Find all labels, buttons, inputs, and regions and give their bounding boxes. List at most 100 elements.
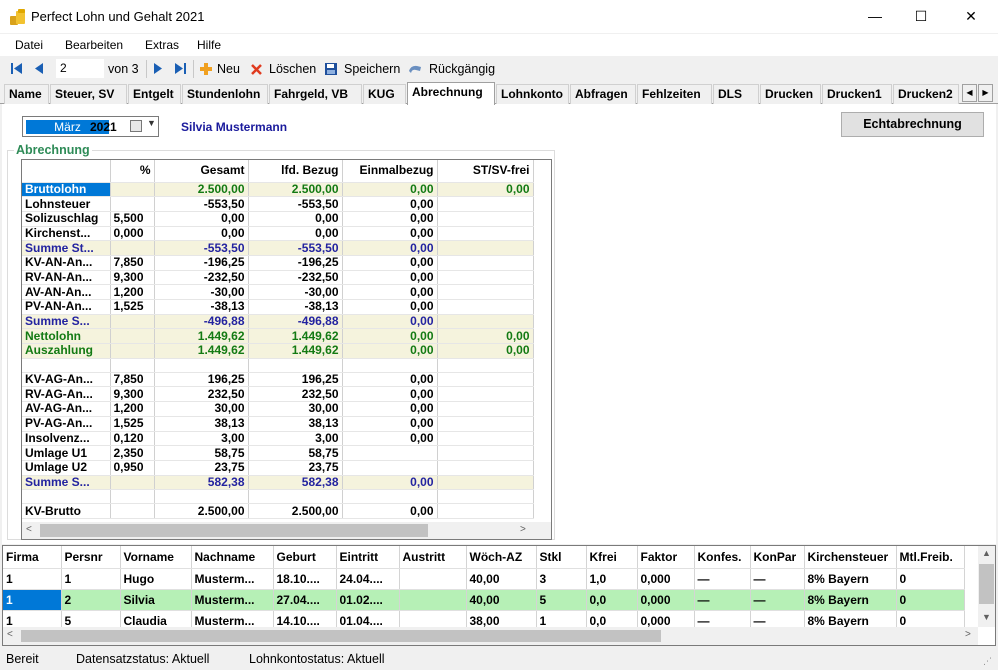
employee-col-header[interactable]: Kirchensteuer xyxy=(804,546,897,569)
gesamt-cell[interactable]: 30,00 xyxy=(154,401,249,417)
lfd-bezug-cell[interactable] xyxy=(248,489,343,505)
employee-cell[interactable]: 3 xyxy=(536,568,587,590)
employee-cell[interactable]: 0,0 xyxy=(586,589,638,611)
tab-kug[interactable]: KUG xyxy=(363,84,406,104)
employee-cell[interactable]: 2 xyxy=(61,589,121,611)
calc-row[interactable]: AV-AN-An... 1,200 -30,00 -30,00 0,00 xyxy=(22,284,534,300)
scroll-right-icon[interactable]: > xyxy=(965,629,971,640)
st-sv-frei-cell[interactable]: 0,00 xyxy=(437,328,534,345)
lfd-bezug-cell[interactable]: 232,50 xyxy=(248,386,343,403)
row-label[interactable]: Umlage U2 xyxy=(22,460,111,476)
einmalbezug-cell[interactable]: 0,00 xyxy=(342,401,438,417)
percent-cell[interactable] xyxy=(110,489,155,505)
employee-col-header[interactable]: Faktor xyxy=(637,546,695,569)
percent-cell[interactable]: 0,120 xyxy=(110,431,155,447)
employee-col-header[interactable]: Firma xyxy=(3,546,62,569)
einmalbezug-cell[interactable] xyxy=(342,460,438,476)
lfd-bezug-cell[interactable]: 0,00 xyxy=(248,211,343,227)
calc-row[interactable] xyxy=(22,358,534,373)
lfd-bezug-cell[interactable] xyxy=(248,358,343,373)
percent-cell[interactable]: 1,525 xyxy=(110,299,155,315)
percent-cell[interactable]: 9,300 xyxy=(110,270,155,286)
employee-cell[interactable]: 1 xyxy=(61,568,121,590)
gesamt-cell[interactable]: -38,13 xyxy=(154,299,249,315)
percent-cell[interactable] xyxy=(110,182,155,198)
row-label[interactable]: KV-Brutto xyxy=(22,503,111,519)
employee-col-header[interactable]: Mtl.Freib. xyxy=(896,546,965,569)
st-sv-frei-cell[interactable] xyxy=(437,431,534,447)
percent-cell[interactable] xyxy=(110,328,155,345)
scroll-thumb[interactable] xyxy=(979,564,994,604)
row-label[interactable]: AV-AN-An... xyxy=(22,284,111,300)
calc-row[interactable]: Summe St... -553,50 -553,50 0,00 xyxy=(22,240,534,256)
lfd-bezug-cell[interactable]: -232,50 xyxy=(248,270,343,286)
percent-cell[interactable]: 7,850 xyxy=(110,372,155,388)
gesamt-cell[interactable]: 3,00 xyxy=(154,431,249,447)
employee-row[interactable]: 1 1 Hugo Musterm... 18.10.... 24.04.... 40,00 3… xyxy=(3,568,965,590)
st-sv-frei-cell[interactable] xyxy=(437,240,534,256)
calc-row[interactable]: Bruttolohn 2.500,00 2.500,00 0,00 0,00 xyxy=(22,182,534,198)
einmalbezug-cell[interactable]: 0,00 xyxy=(342,211,438,227)
lfd-bezug-cell[interactable]: 582,38 xyxy=(248,475,343,491)
einmalbezug-cell[interactable]: 0,00 xyxy=(342,255,438,271)
gesamt-cell[interactable] xyxy=(154,358,249,373)
row-label[interactable]: Summe S... xyxy=(22,314,111,330)
employee-cell[interactable]: 24.04.... xyxy=(336,568,400,590)
calc-row[interactable]: AV-AG-An... 1,200 30,00 30,00 0,00 xyxy=(22,401,534,417)
record-number-input[interactable]: 2 xyxy=(56,59,104,78)
year-value[interactable]: 2021 xyxy=(90,120,117,134)
percent-cell[interactable]: 1,200 xyxy=(110,284,155,300)
gesamt-cell[interactable]: 0,00 xyxy=(154,226,249,242)
row-label[interactable]: PV-AN-An... xyxy=(22,299,111,315)
percent-cell[interactable]: 7,850 xyxy=(110,255,155,271)
st-sv-frei-cell[interactable] xyxy=(437,255,534,271)
row-label[interactable]: Bruttolohn xyxy=(22,182,111,198)
employee-cell[interactable]: — xyxy=(694,589,751,611)
st-sv-frei-cell[interactable] xyxy=(437,299,534,315)
row-label[interactable]: Kirchenst... xyxy=(22,226,111,242)
employee-col-header[interactable]: Kfrei xyxy=(586,546,638,569)
gesamt-cell[interactable]: 232,50 xyxy=(154,386,249,403)
chevron-down-icon[interactable]: ▼ xyxy=(147,118,156,128)
st-sv-frei-cell[interactable] xyxy=(437,226,534,242)
einmalbezug-cell[interactable]: 0,00 xyxy=(342,416,438,432)
tab-fehlzeiten[interactable]: Fehlzeiten xyxy=(637,84,712,104)
row-label[interactable]: Insolvenz... xyxy=(22,431,111,447)
employee-cell[interactable] xyxy=(399,589,467,611)
scroll-left-icon[interactable]: < xyxy=(7,629,13,640)
close-button[interactable]: ✕ xyxy=(948,0,994,33)
percent-cell[interactable] xyxy=(110,503,155,519)
employee-cell[interactable]: 0 xyxy=(896,568,965,590)
row-label[interactable] xyxy=(22,358,111,373)
percent-cell[interactable] xyxy=(110,240,155,256)
lfd-bezug-cell[interactable]: -553,50 xyxy=(248,196,343,212)
percent-cell[interactable]: 0,950 xyxy=(110,460,155,476)
save-button[interactable]: Speichern xyxy=(324,60,400,78)
gesamt-cell[interactable] xyxy=(154,489,249,505)
employee-cell[interactable]: 1 xyxy=(3,568,62,590)
employee-cell[interactable]: 5 xyxy=(536,589,587,611)
calc-row[interactable] xyxy=(22,489,534,505)
undo-button[interactable]: Rückgängig xyxy=(407,60,495,78)
calc-row[interactable]: PV-AN-An... 1,525 -38,13 -38,13 0,00 xyxy=(22,299,534,315)
gesamt-cell[interactable]: -553,50 xyxy=(154,196,249,212)
scroll-up-icon[interactable]: ▲ xyxy=(982,548,991,558)
employee-row[interactable]: 1 2 Silvia Musterm... 27.04.... 01.02.... 40,0… xyxy=(3,589,965,611)
employee-grid[interactable]: Firma Persnr Vorname Nachname Geburt Eintritt… xyxy=(2,545,996,646)
maximize-button[interactable]: ☐ xyxy=(898,0,944,33)
lfd-bezug-cell[interactable]: 2.500,00 xyxy=(248,182,343,198)
gesamt-cell[interactable]: 38,13 xyxy=(154,416,249,432)
calc-row[interactable]: Solizuschlag 5,500 0,00 0,00 0,00 xyxy=(22,211,534,227)
lfd-bezug-cell[interactable]: 23,75 xyxy=(248,460,343,476)
employee-cell[interactable]: 40,00 xyxy=(466,568,537,590)
lfd-bezug-cell[interactable]: -553,50 xyxy=(248,240,343,256)
percent-cell[interactable]: 1,525 xyxy=(110,416,155,432)
gesamt-cell[interactable]: 1.449,62 xyxy=(154,343,249,359)
tab-abfragen[interactable]: Abfragen xyxy=(570,84,636,104)
gesamt-cell[interactable]: 1.449,62 xyxy=(154,328,249,345)
lfd-bezug-cell[interactable]: -196,25 xyxy=(248,255,343,271)
scroll-down-icon[interactable]: ▼ xyxy=(982,612,991,622)
lfd-bezug-cell[interactable]: 38,13 xyxy=(248,416,343,432)
percent-cell[interactable]: 9,300 xyxy=(110,386,155,403)
einmalbezug-cell[interactable]: 0,00 xyxy=(342,284,438,300)
